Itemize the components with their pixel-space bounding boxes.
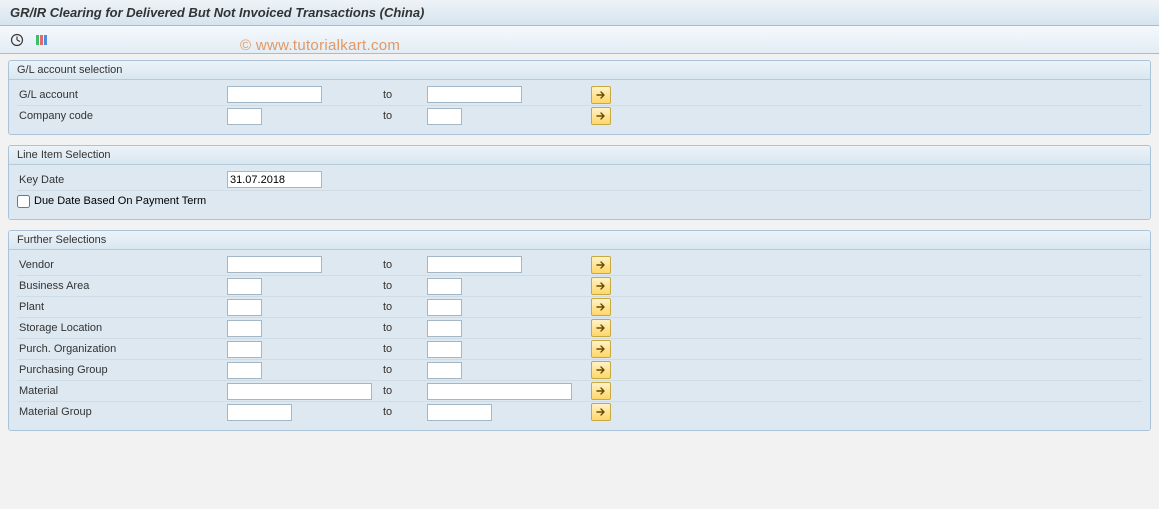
gl-account-to-input[interactable] [427, 86, 522, 103]
further-to-input[interactable] [427, 278, 462, 295]
execute-icon [10, 33, 24, 47]
layout-variant-icon [34, 33, 48, 47]
label-company-code: Company code [17, 110, 227, 122]
further-label: Vendor [17, 259, 227, 271]
further-label: Purchasing Group [17, 364, 227, 376]
to-label: to [377, 343, 427, 355]
to-label: to [377, 385, 427, 397]
label-gl-account: G/L account [17, 89, 227, 101]
arrow-right-icon [595, 281, 607, 291]
to-label: to [377, 89, 427, 101]
further-to-input[interactable] [427, 362, 462, 379]
arrow-right-icon [595, 365, 607, 375]
company-code-from-input[interactable] [227, 108, 262, 125]
further-label: Plant [17, 301, 227, 313]
further-to-input[interactable] [427, 299, 462, 316]
gl-account-from-input[interactable] [227, 86, 322, 103]
group-header-gl: G/L account selection [9, 61, 1150, 80]
arrow-right-icon [595, 323, 607, 333]
further-from-input[interactable] [227, 278, 262, 295]
further-label: Storage Location [17, 322, 227, 334]
further-multi-button[interactable] [591, 319, 611, 337]
further-from-input[interactable] [227, 256, 322, 273]
to-label: to [377, 110, 427, 122]
further-multi-button[interactable] [591, 403, 611, 421]
row-key-date: Key Date [17, 169, 1142, 190]
company-code-to-input[interactable] [427, 108, 462, 125]
further-row: Material Group to [17, 401, 1142, 422]
further-to-input[interactable] [427, 383, 572, 400]
further-multi-button[interactable] [591, 256, 611, 274]
execute-button[interactable] [6, 30, 28, 50]
arrow-right-icon [595, 407, 607, 417]
further-from-input[interactable] [227, 383, 372, 400]
arrow-right-icon [595, 344, 607, 354]
further-row: Storage Location to [17, 317, 1142, 338]
company-code-multi-button[interactable] [591, 107, 611, 125]
group-further-selections: Further Selections VendortoBusiness Area… [8, 230, 1151, 431]
further-multi-button[interactable] [591, 340, 611, 358]
to-label: to [377, 259, 427, 271]
row-due-date-checkbox: Due Date Based On Payment Term [17, 190, 1142, 211]
further-to-input[interactable] [427, 320, 462, 337]
due-date-checkbox-label[interactable]: Due Date Based On Payment Term [17, 195, 206, 208]
further-row: Purchasing Group to [17, 359, 1142, 380]
further-row: Material to [17, 380, 1142, 401]
row-gl-account: G/L account to [17, 84, 1142, 105]
arrow-right-icon [595, 302, 607, 312]
group-header-line-item: Line Item Selection [9, 146, 1150, 165]
further-from-input[interactable] [227, 299, 262, 316]
to-label: to [377, 280, 427, 292]
arrow-right-icon [595, 386, 607, 396]
to-label: to [377, 406, 427, 418]
layout-variant-button[interactable] [30, 30, 52, 50]
further-label: Material [17, 385, 227, 397]
group-header-further: Further Selections [9, 231, 1150, 250]
further-multi-button[interactable] [591, 382, 611, 400]
toolbar [0, 26, 1159, 54]
further-label: Business Area [17, 280, 227, 292]
group-line-item: Line Item Selection Key Date Due Date Ba… [8, 145, 1151, 220]
further-row: Vendor to [17, 254, 1142, 275]
further-row: Business Area to [17, 275, 1142, 296]
group-gl-account: G/L account selection G/L account to Com… [8, 60, 1151, 135]
further-to-input[interactable] [427, 341, 462, 358]
further-multi-button[interactable] [591, 277, 611, 295]
further-row: Plant to [17, 296, 1142, 317]
further-to-input[interactable] [427, 404, 492, 421]
further-row: Purch. Organization to [17, 338, 1142, 359]
further-from-input[interactable] [227, 362, 262, 379]
further-from-input[interactable] [227, 320, 262, 337]
due-date-checkbox[interactable] [17, 195, 30, 208]
label-key-date: Key Date [17, 174, 227, 186]
key-date-input[interactable] [227, 171, 322, 188]
content-area: G/L account selection G/L account to Com… [0, 54, 1159, 447]
further-multi-button[interactable] [591, 361, 611, 379]
arrow-right-icon [595, 90, 607, 100]
further-label: Material Group [17, 406, 227, 418]
to-label: to [377, 301, 427, 313]
further-multi-button[interactable] [591, 298, 611, 316]
due-date-text: Due Date Based On Payment Term [34, 195, 206, 207]
row-company-code: Company code to [17, 105, 1142, 126]
to-label: to [377, 364, 427, 376]
gl-account-multi-button[interactable] [591, 86, 611, 104]
further-to-input[interactable] [427, 256, 522, 273]
to-label: to [377, 322, 427, 334]
further-from-input[interactable] [227, 341, 262, 358]
further-label: Purch. Organization [17, 343, 227, 355]
arrow-right-icon [595, 260, 607, 270]
arrow-right-icon [595, 111, 607, 121]
page-title: GR/IR Clearing for Delivered But Not Inv… [0, 0, 1159, 26]
further-from-input[interactable] [227, 404, 292, 421]
